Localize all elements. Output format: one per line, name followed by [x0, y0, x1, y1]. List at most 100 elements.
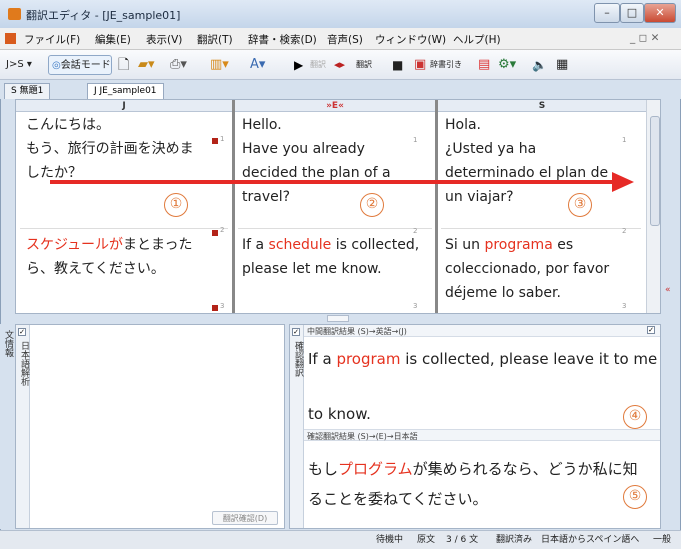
back-translation-header: 確認翻訳結果 (S)→(E)→日本語	[304, 429, 660, 441]
column-divider[interactable]	[232, 100, 235, 313]
back-translation-heading: 確認翻訳結果 (S)→(E)→日本語	[307, 432, 418, 441]
grid-view-icon[interactable]: ▦	[556, 55, 568, 75]
japanese-sentence-3-line1[interactable]: スケジュールがまとまった	[26, 233, 192, 257]
highlighted-term[interactable]: schedule	[269, 237, 332, 253]
toolbar: J>S ▾ ◎会話モード 🗋 ▰▾ ⎙▾ ▥▾ A▾ ▶ 翻訳 ◂▸ 翻訳 ■ …	[0, 50, 681, 80]
sentence-info-label[interactable]: 文情報	[2, 330, 15, 357]
highlighted-term[interactable]: プログラム	[338, 460, 413, 478]
sentence-number: 1	[622, 136, 627, 144]
menu-window[interactable]: ウィンドウ(W)	[375, 32, 446, 47]
english-sentence-2-line3[interactable]: travel?	[242, 185, 290, 209]
status-state: 待機中	[376, 535, 404, 545]
status-mode: 一般	[653, 535, 672, 545]
play-icon[interactable]: ▶	[294, 55, 303, 75]
speaker-icon[interactable]: 🔈	[532, 55, 547, 75]
japanese-sentence-3-line2[interactable]: ら、教えてください。	[26, 257, 165, 281]
language-direction-select[interactable]: J>S ▾	[6, 55, 32, 75]
japanese-sentence-1[interactable]: こんにちは。	[26, 113, 110, 137]
intermediate-line-1[interactable]: If a program is collected, please leave …	[308, 345, 657, 373]
grid-scrollbar[interactable]	[646, 100, 660, 313]
translate-all-button[interactable]: 翻訳	[310, 55, 326, 75]
spanish-sentence-2-line3[interactable]: un viajar?	[445, 185, 514, 209]
sentence-text: まとまった	[123, 237, 193, 253]
title-bar[interactable]: 翻訳エディタ - [JE_sample01] – □ ✕	[0, 0, 681, 28]
scrollbar-thumb[interactable]	[650, 116, 660, 226]
sentence-text: is collected,	[331, 237, 420, 253]
english-sentence-3-line2[interactable]: please let me know.	[242, 257, 382, 281]
spanish-sentence-1[interactable]: Hola.	[445, 113, 481, 137]
open-folder-icon[interactable]: ▰▾	[138, 55, 155, 75]
translate-button[interactable]: 翻訳	[356, 55, 372, 75]
english-sentence-3-line1[interactable]: If a schedule is collected,	[242, 233, 419, 257]
english-sentence-1[interactable]: Hello.	[242, 113, 282, 137]
print-icon[interactable]: ⎙▾	[170, 55, 187, 75]
translate-step-icon[interactable]: ◂▸	[334, 55, 345, 75]
back-translation-line-1[interactable]: もしプログラムが集められるなら、どうか私に知	[308, 455, 638, 483]
highlighted-term[interactable]: program	[336, 350, 400, 368]
spanish-sentence-3-line2[interactable]: coleccionado, por favor	[445, 257, 609, 281]
column-header-english[interactable]: »E«	[235, 100, 435, 112]
tab-untitled[interactable]: S 無題1	[4, 83, 51, 99]
minimize-button[interactable]: –	[594, 3, 620, 23]
dictionary-lookup-button[interactable]: 辞書引き	[430, 55, 462, 75]
spanish-sentence-3-line1[interactable]: Si un programa es	[445, 233, 573, 257]
english-sentence-2-line1[interactable]: Have you already	[242, 137, 365, 161]
layout-icon[interactable]: ▥▾	[210, 55, 229, 75]
translation-text: もし	[308, 460, 339, 478]
menu-voice[interactable]: 音声(S)	[327, 32, 363, 47]
status-direction: 日本語からスペイン語へ	[541, 535, 640, 545]
intermediate-checkbox[interactable]: ✓	[647, 326, 655, 334]
menu-file[interactable]: ファイル(F)	[24, 32, 80, 47]
sentence-info-pane: ✓ 日本語解析 翻訳確認(D)	[15, 324, 285, 529]
annotation-circle-4: ④	[623, 405, 647, 429]
new-document-icon[interactable]: 🗋	[118, 55, 129, 75]
conversation-mode-button[interactable]: ◎会話モード	[48, 55, 112, 75]
font-icon[interactable]: A▾	[250, 55, 265, 75]
app-icon	[8, 8, 21, 20]
column-header-spanish[interactable]: S	[438, 100, 646, 112]
menu-view[interactable]: 表示(V)	[146, 32, 182, 47]
doc-icon	[5, 33, 16, 44]
row-divider	[441, 228, 641, 229]
book-icon[interactable]: ▤	[478, 55, 490, 75]
sentence-number: 1	[413, 136, 418, 144]
dictionary-icon[interactable]: ▣	[414, 55, 426, 75]
sentence-marker	[212, 230, 218, 236]
menu-dictionary[interactable]: 辞書・検索(D)	[248, 32, 317, 47]
menu-translate[interactable]: 翻訳(T)	[197, 32, 233, 47]
status-sentence-count: 3 / 6 文	[446, 535, 479, 545]
close-button[interactable]: ✕	[644, 3, 676, 23]
tab-je-sample[interactable]: J JE_sample01	[87, 83, 164, 99]
highlighted-term[interactable]: スケジュールが	[26, 237, 123, 253]
confirmation-translation-pane: ✓ 確認翻訳 中間翻訳結果 (S)→英語→(J) ✓ If a program …	[289, 324, 661, 529]
menu-edit[interactable]: 編集(E)	[95, 32, 131, 47]
sentence-number: 3	[622, 302, 627, 310]
settings-gear-icon[interactable]: ⚙▾	[498, 55, 516, 75]
spanish-sentence-3-line3[interactable]: déjeme lo saber.	[445, 281, 561, 305]
sentence-marker	[212, 305, 218, 311]
side-panel-toggle[interactable]: «	[665, 285, 677, 309]
status-bar: 待機中 原文 3 / 6 文 翻訳済み 日本語からスペイン語へ 一般	[0, 530, 681, 549]
menu-help[interactable]: ヘルプ(H)	[453, 32, 501, 47]
intermediate-line-2[interactable]: to know.	[308, 400, 371, 428]
mdi-controls[interactable]: _ ◻ ✕	[630, 32, 659, 44]
annotation-circle-2: ②	[360, 193, 384, 217]
analysis-checkbox[interactable]: ✓	[18, 328, 26, 336]
maximize-button[interactable]: □	[620, 3, 644, 23]
highlighted-term[interactable]: programa	[484, 237, 552, 253]
back-translation-line-2[interactable]: ることを委ねてください。	[308, 485, 488, 513]
confirmation-checkbox[interactable]: ✓	[292, 328, 300, 336]
japanese-sentence-2-line1[interactable]: もう、旅行の計画を決めま	[26, 137, 194, 161]
translation-text: If a	[308, 350, 337, 368]
pane-splitter[interactable]	[15, 314, 661, 324]
column-divider[interactable]	[435, 100, 438, 313]
mode-icon: ◎	[52, 60, 61, 71]
sentence-number: 2	[622, 227, 627, 235]
spanish-sentence-2-line1[interactable]: ¿Usted ya ha	[445, 137, 536, 161]
intermediate-header: 中間翻訳結果 (S)→英語→(J) ✓	[304, 325, 660, 337]
column-header-japanese[interactable]: J	[16, 100, 232, 112]
splitter-grip[interactable]	[327, 315, 349, 322]
translation-check-button[interactable]: 翻訳確認(D)	[212, 511, 278, 525]
stop-icon[interactable]: ■	[392, 55, 403, 75]
sentence-text: es	[552, 237, 574, 253]
